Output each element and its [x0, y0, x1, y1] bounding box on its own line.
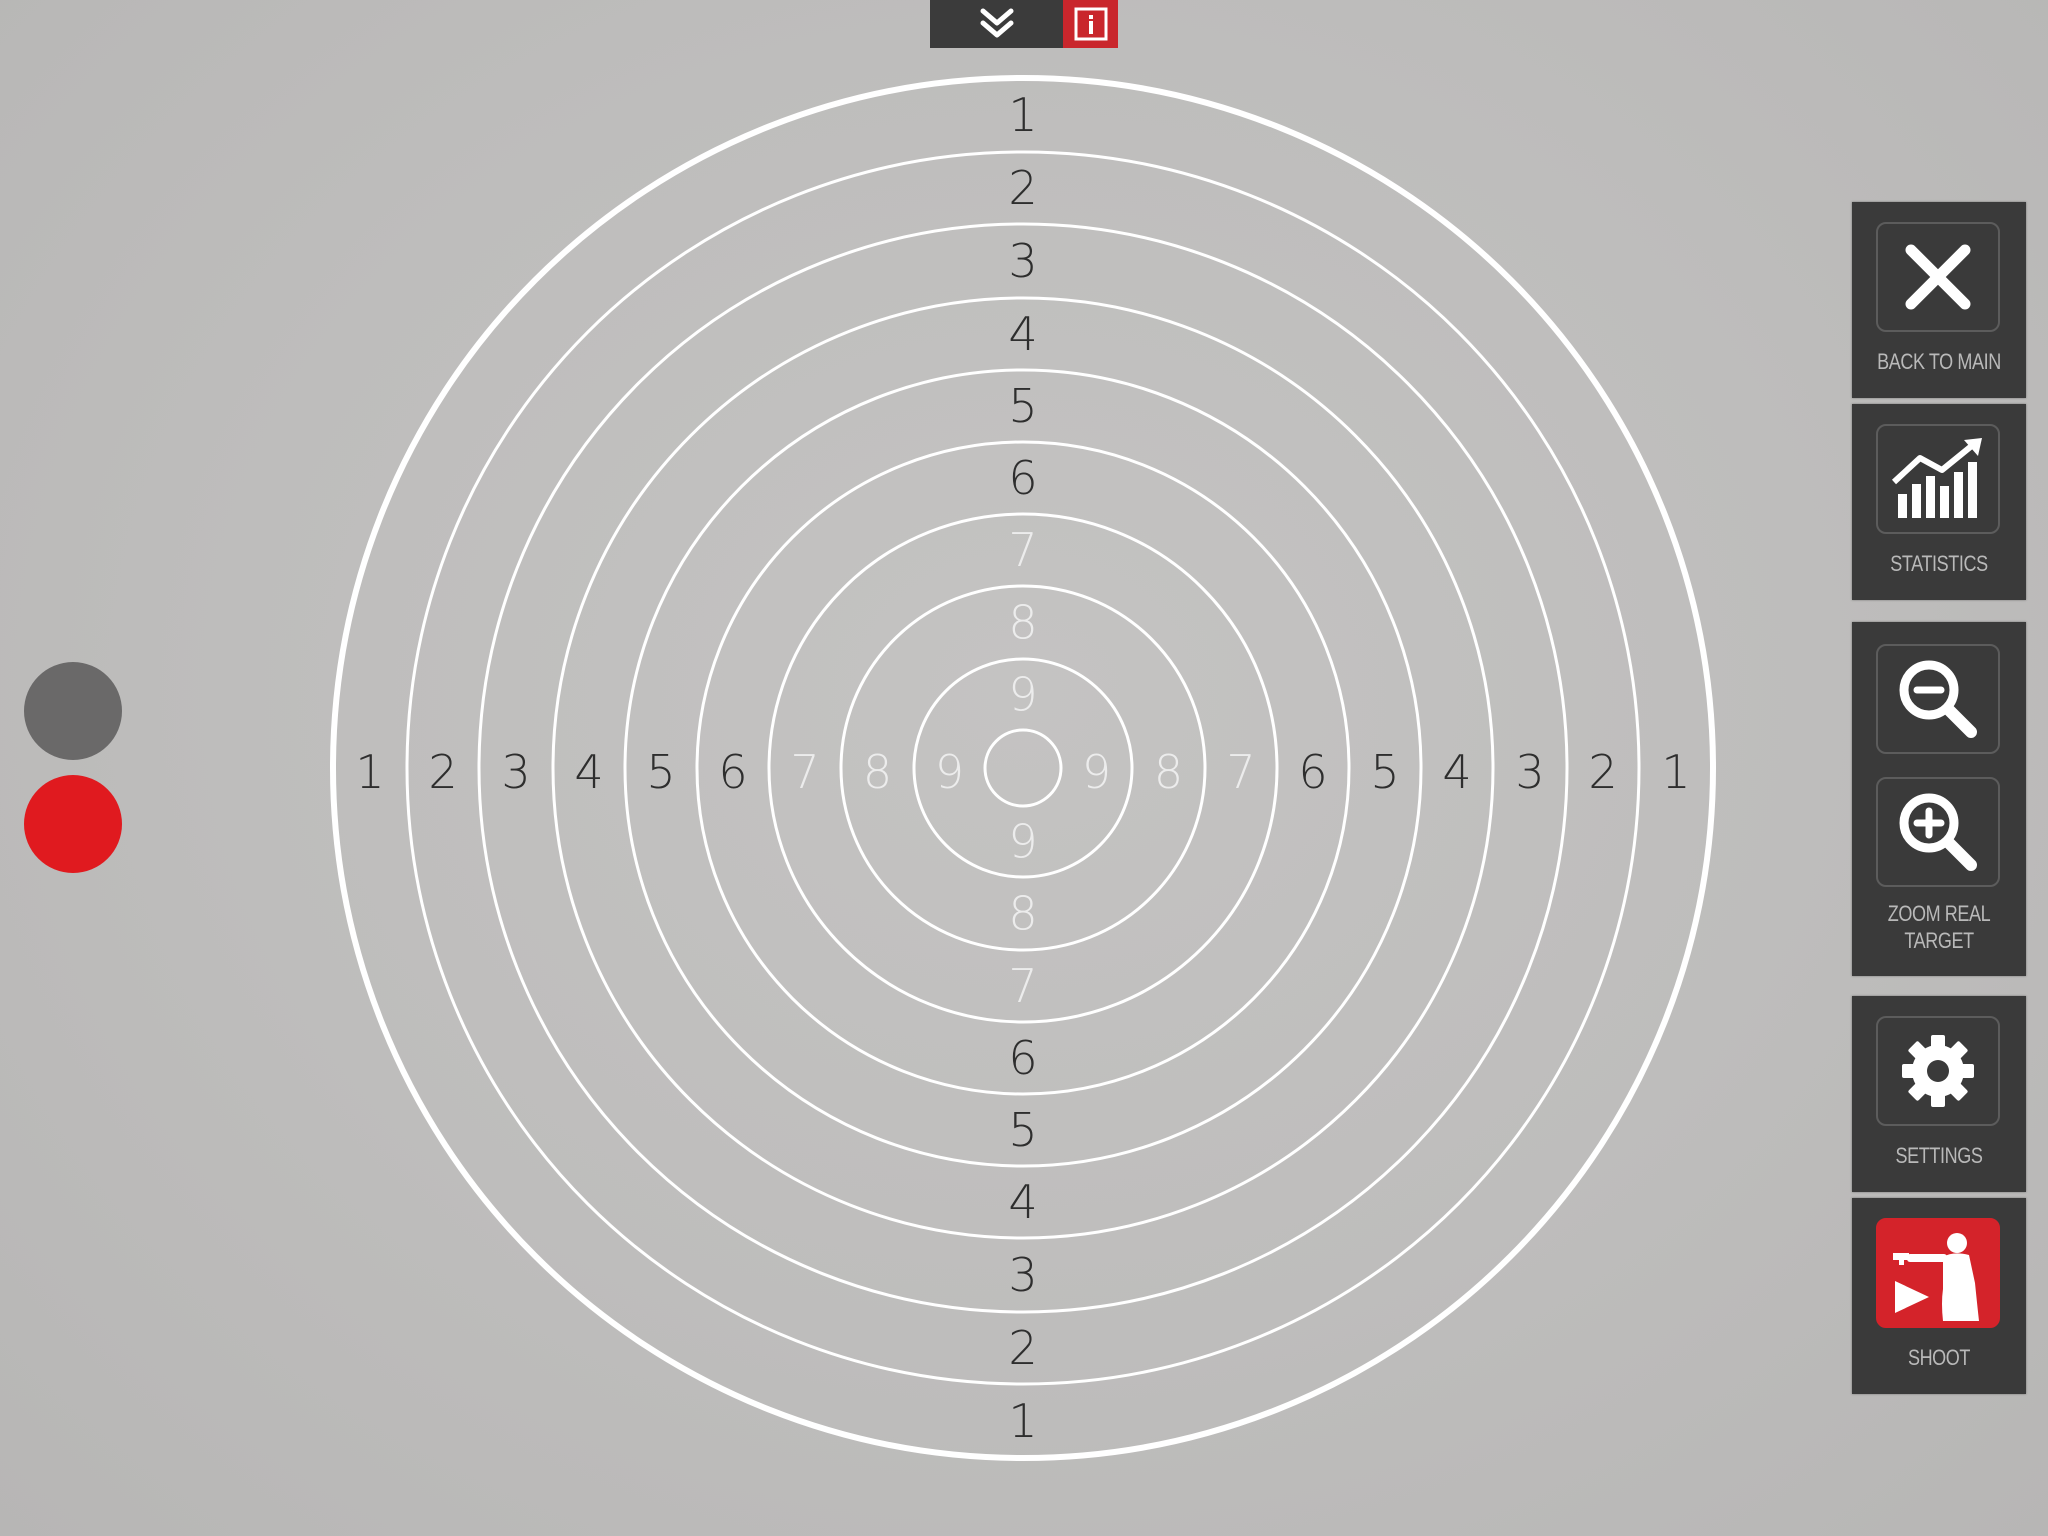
back-to-main-label: BACK TO MAIN [1877, 349, 2001, 374]
zoom-panel: ZOOM REAL TARGET [1852, 622, 2026, 976]
zoom-in-icon [1899, 793, 1977, 871]
target-ring [767, 512, 1279, 1024]
back-to-main-panel: BACK TO MAIN [1852, 202, 2026, 398]
ring-number-label: 8 [1008, 887, 1037, 941]
gear-icon [1902, 1035, 1974, 1107]
ring-number-label: 6 [1008, 1031, 1037, 1085]
zoom-label-line2: TARGET [1904, 928, 1974, 953]
ring-number-label: 4 [1008, 307, 1037, 361]
ring-number-label: 3 [1008, 1248, 1037, 1302]
ring-number-label: 2 [1008, 1321, 1037, 1375]
ring-number-label: 3 [1515, 745, 1544, 799]
shooter-icon [1893, 1233, 1979, 1321]
shooting-target[interactable]: 111 1222 2333 3444 4555 5666 6777 7888 8999 9 [0, 0, 2048, 1536]
ring-number-label: 5 [1370, 745, 1399, 799]
ring-number-label: 4 [1442, 745, 1471, 799]
ring-number-label: 1 [1008, 88, 1037, 142]
settings-panel: SETTINGS [1852, 996, 2026, 1192]
target-ring [551, 296, 1495, 1240]
statistics-panel: STATISTICS [1852, 404, 2026, 600]
ring-number-label: 7 [1226, 745, 1255, 799]
ring-number-label: 1 [355, 745, 384, 799]
ring-number-label: 1 [1661, 745, 1690, 799]
statistics-button[interactable] [1876, 424, 2000, 534]
ring-number-label: 8 [1008, 596, 1037, 650]
ring-number-label: 4 [1008, 1175, 1037, 1229]
target-ring [983, 728, 1063, 808]
ring-number-label: 6 [1298, 745, 1327, 799]
ring-number-label: 3 [501, 745, 530, 799]
zoom-label-line1: ZOOM REAL [1887, 901, 1991, 926]
ring-number-label: 4 [574, 745, 603, 799]
ring-number-label: 5 [1008, 379, 1037, 433]
ring-number-label: 8 [863, 745, 892, 799]
ring-number-label: 6 [718, 745, 747, 799]
back-to-main-button[interactable] [1876, 222, 2000, 332]
ring-number-label: 9 [1008, 815, 1037, 869]
ring-number-label: 7 [1008, 959, 1037, 1013]
shoot-button[interactable] [1876, 1218, 2000, 1328]
shoot-panel: SHOOT [1852, 1198, 2026, 1394]
zoom-in-button[interactable] [1876, 777, 2000, 887]
ring-number-label: 5 [1008, 1103, 1037, 1157]
ring-number-label: 8 [1154, 745, 1183, 799]
ring-number-label: 7 [790, 745, 819, 799]
zoom-out-button[interactable] [1876, 644, 2000, 754]
close-icon [1905, 244, 1971, 310]
ring-number-label: 3 [1008, 234, 1037, 288]
chart-icon [1891, 438, 1982, 518]
ring-number-label: 9 [1008, 668, 1037, 722]
shot-indicator-grey[interactable] [24, 662, 122, 760]
settings-label: SETTINGS [1895, 1143, 1983, 1168]
target-ring-numbers: 111 1222 2333 3444 4555 5666 6777 7888 8999 9 [355, 88, 1690, 1448]
ring-number-label: 9 [1082, 745, 1111, 799]
ring-number-label: 2 [1008, 161, 1037, 215]
ring-number-label: 9 [935, 745, 964, 799]
ring-number-label: 5 [646, 745, 675, 799]
ring-number-label: 6 [1008, 451, 1037, 505]
statistics-label: STATISTICS [1890, 551, 1988, 576]
ring-number-label: 1 [1008, 1394, 1037, 1448]
ring-number-label: 2 [428, 745, 457, 799]
shot-indicator-red[interactable] [24, 775, 122, 873]
ring-number-label: 7 [1008, 523, 1037, 577]
shoot-label: SHOOT [1907, 1345, 1971, 1370]
zoom-out-icon [1899, 660, 1977, 738]
ring-number-label: 2 [1588, 745, 1617, 799]
settings-button[interactable] [1876, 1016, 2000, 1126]
